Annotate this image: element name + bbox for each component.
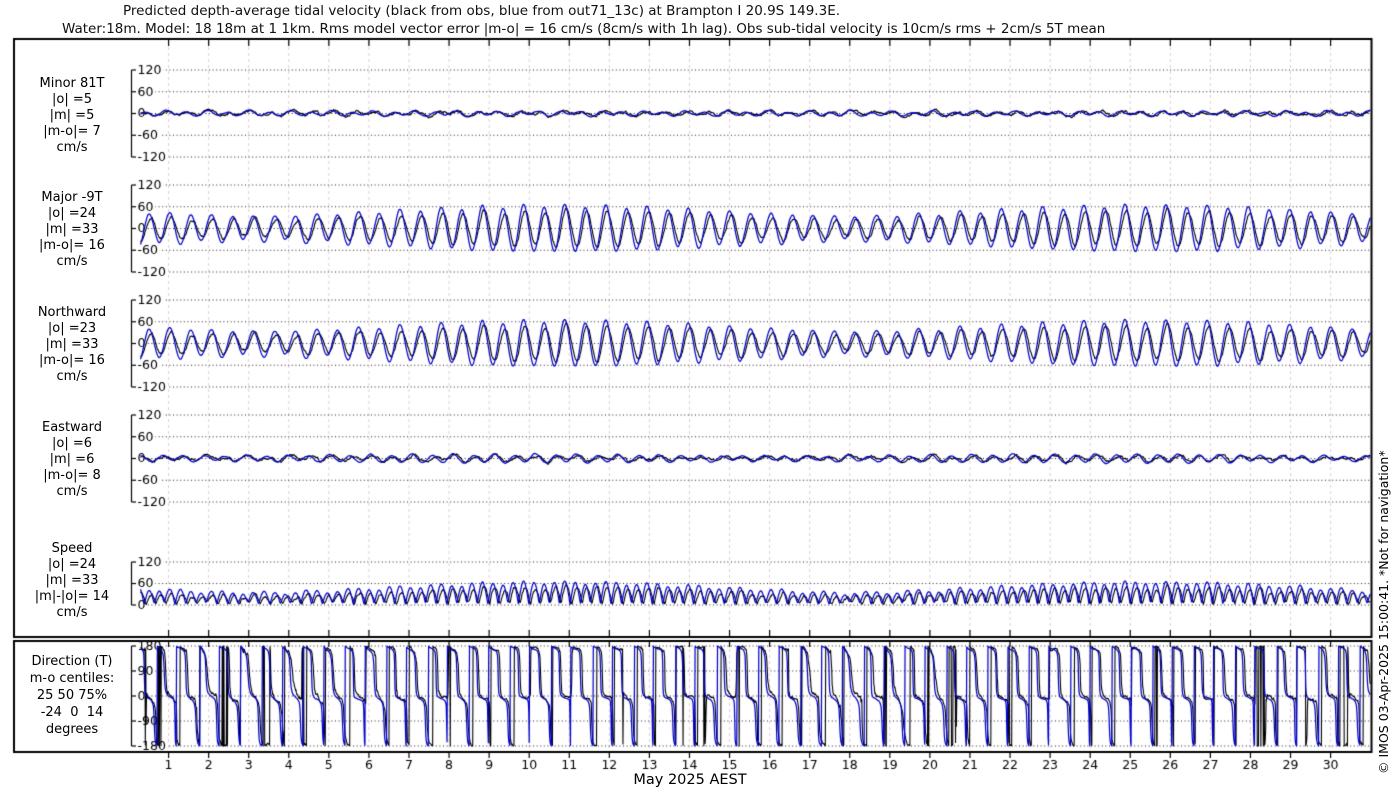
panel-title: Major -9T bbox=[41, 190, 103, 205]
panel-label-minor: Minor 81T |o| =5 |m| =5 |m-o|= 7 cm/s bbox=[16, 76, 128, 156]
error-rms: |m-o|= 16 bbox=[39, 353, 105, 368]
panel-label-major: Major -9T |o| =24 |m| =33 |m-o|= 16 cm/s bbox=[16, 190, 128, 270]
model-rms: |m| =5 bbox=[49, 108, 95, 123]
centiles-pcts: 25 50 75% bbox=[36, 688, 108, 703]
x-axis-label: May 2025 AEST bbox=[633, 772, 747, 788]
units-label: cm/s bbox=[56, 484, 88, 499]
panel-label-direction: Direction (T) m-o centiles: 25 50 75% -2… bbox=[16, 653, 128, 738]
error-rms: |m-o|= 7 bbox=[43, 124, 101, 139]
chart-title-line2: Water:18m. Model: 18 18m at 1 1km. Rms m… bbox=[62, 21, 1106, 37]
tidal-plot-canvas bbox=[0, 0, 1400, 800]
panel-label-northward: Northward |o| =23 |m| =33 |m-o|= 16 cm/s bbox=[16, 305, 128, 385]
error-rms: |m-o|= 8 bbox=[43, 468, 101, 483]
panel-title: Speed bbox=[51, 541, 93, 556]
panel-title: Eastward bbox=[41, 420, 103, 435]
model-rms: |m| =33 bbox=[45, 222, 99, 237]
panel-label-speed: Speed |o| =24 |m| =33 |m|-|o|= 14 cm/s bbox=[16, 541, 128, 621]
model-rms: |m| =33 bbox=[45, 337, 99, 352]
units-label: degrees bbox=[45, 722, 99, 737]
obs-rms: |o| =24 bbox=[47, 557, 97, 572]
error-rms: |m|-|o|= 14 bbox=[34, 589, 110, 604]
panel-title: Direction (T) bbox=[31, 654, 113, 669]
panel-title: Minor 81T bbox=[39, 76, 105, 91]
watermark-imos: © IMOS 03-Apr-2025 15:00:41. *Not for na… bbox=[1376, 450, 1391, 774]
units-label: cm/s bbox=[56, 140, 88, 155]
model-rms: |m| =6 bbox=[49, 452, 95, 467]
centiles-values: -24 0 14 bbox=[40, 705, 104, 720]
panel-label-eastward: Eastward |o| =6 |m| =6 |m-o|= 8 cm/s bbox=[16, 420, 128, 500]
units-label: cm/s bbox=[56, 254, 88, 269]
units-label: cm/s bbox=[56, 605, 88, 620]
error-rms: |m-o|= 16 bbox=[39, 238, 105, 253]
chart-title-line1: Predicted depth-average tidal velocity (… bbox=[123, 3, 841, 19]
obs-rms: |o| =5 bbox=[51, 92, 92, 107]
panel-title: Northward bbox=[37, 305, 107, 320]
model-rms: |m| =33 bbox=[45, 573, 99, 588]
units-label: cm/s bbox=[56, 369, 88, 384]
obs-rms: |o| =6 bbox=[51, 436, 92, 451]
obs-rms: |o| =24 bbox=[47, 206, 97, 221]
obs-rms: |o| =23 bbox=[47, 321, 97, 336]
centiles-caption: m-o centiles: bbox=[29, 671, 115, 686]
